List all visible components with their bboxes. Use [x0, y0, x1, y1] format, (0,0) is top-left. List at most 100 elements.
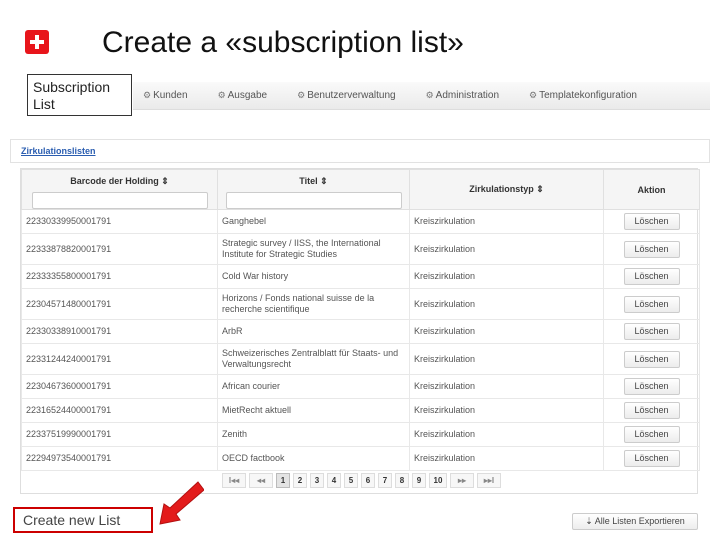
delete-button[interactable]: Löschen: [623, 240, 680, 258]
cell-titel: Horizons / Fonds national suisse de la r…: [217, 288, 410, 320]
page-button-2[interactable]: 2: [293, 473, 307, 488]
cell-titel: Strategic survey / IISS, the Internation…: [217, 233, 410, 265]
next-page-button[interactable]: ▸▸: [450, 473, 474, 488]
cell-titel: Schweizerisches Zentralblatt für Staats-…: [217, 343, 410, 375]
last-page-button[interactable]: ▸▸I: [477, 473, 501, 488]
cell-barcode: 22304571480001791: [21, 288, 218, 320]
cell-typ: Kreiszirkulation: [409, 233, 604, 265]
first-page-button[interactable]: I◂◂: [222, 473, 246, 488]
cell-typ: Kreiszirkulation: [409, 343, 604, 375]
delete-button[interactable]: Löschen: [623, 426, 680, 443]
page-button-1[interactable]: 1: [276, 473, 290, 488]
barcode-filter-input[interactable]: [31, 192, 208, 209]
page-button-7[interactable]: 7: [378, 473, 392, 488]
cell-typ: Kreiszirkulation: [409, 398, 604, 423]
gear-icon: ⚙: [297, 90, 306, 100]
nav-label: Kunden: [153, 90, 188, 101]
page-button-9[interactable]: 9: [412, 473, 426, 488]
cell-typ: Kreiszirkulation: [409, 209, 604, 234]
column-header-zirkulationstyp[interactable]: Zirkulationstyp ⇕: [409, 169, 604, 210]
cell-titel: MietRecht aktuell: [217, 398, 410, 423]
delete-button[interactable]: Löschen: [623, 450, 680, 467]
table-row: 22294973540001791 OECD factbook Kreiszir…: [21, 446, 700, 471]
cell-titel: Cold War history: [217, 264, 410, 289]
header-label: Titel: [299, 176, 318, 186]
prev-page-button[interactable]: ◂◂: [249, 473, 273, 488]
cell-typ: Kreiszirkulation: [409, 288, 604, 320]
nav-item-ausgabe[interactable]: ⚙ Ausgabe: [218, 90, 268, 101]
cell-typ: Kreiszirkulation: [409, 422, 604, 447]
page-button-3[interactable]: 3: [310, 473, 324, 488]
cell-barcode: 22330339950001791: [21, 209, 218, 234]
cell-barcode: 22331244240001791: [21, 343, 218, 375]
page-button-5[interactable]: 5: [344, 473, 358, 488]
cell-typ: Kreiszirkulation: [409, 264, 604, 289]
cell-barcode: 22333878820001791: [21, 233, 218, 265]
cell-aktion: Löschen: [603, 343, 700, 375]
gear-icon: ⚙: [425, 90, 434, 100]
cell-aktion: Löschen: [603, 209, 700, 234]
delete-button[interactable]: Löschen: [623, 268, 680, 285]
gear-icon: ⚙: [529, 90, 538, 100]
cell-titel: Ganghebel: [217, 209, 410, 234]
delete-button[interactable]: Löschen: [623, 295, 680, 313]
cell-aktion: Löschen: [603, 288, 700, 320]
nav-item-templatekonfiguration[interactable]: ⚙ Templatekonfiguration: [529, 90, 637, 101]
cell-barcode: 22294973540001791: [21, 446, 218, 471]
nav-label: Ausgabe: [227, 90, 268, 101]
sort-icon: ⇕: [161, 176, 169, 186]
column-header-titel[interactable]: Titel ⇕: [217, 169, 410, 210]
header-label: Barcode der Holding: [70, 176, 159, 186]
top-navigation: ⚙ Kunden ⚙ Ausgabe ⚙ Benutzerverwaltung ⚙ Ad…: [133, 82, 710, 110]
cell-aktion: Löschen: [603, 446, 700, 471]
table-row: 22333878820001791 Strategic survey / IIS…: [21, 233, 700, 265]
create-new-list-callout[interactable]: Create new List: [13, 507, 153, 533]
nav-item-benutzerverwaltung[interactable]: ⚙ Benutzerverwaltung: [297, 90, 395, 101]
table-row: 22333355800001791 Cold War history Kreis…: [21, 264, 700, 289]
nav-item-administration[interactable]: ⚙ Administration: [426, 90, 499, 101]
column-header-aktion: Aktion: [603, 169, 700, 210]
nav-item-kunden[interactable]: ⚙ Kunden: [143, 90, 188, 101]
cell-typ: Kreiszirkulation: [409, 374, 604, 399]
cell-titel: ArbR: [217, 319, 410, 344]
table-row: 22304571480001791 Horizons / Fonds natio…: [21, 288, 700, 320]
page-button-6[interactable]: 6: [361, 473, 375, 488]
titel-filter-input[interactable]: [225, 192, 402, 209]
sort-icon: ⇕: [536, 184, 544, 194]
delete-button[interactable]: Löschen: [623, 213, 680, 230]
page-button-8[interactable]: 8: [395, 473, 409, 488]
nav-label: Administration: [435, 90, 500, 101]
export-all-lists-button[interactable]: ⇣ Alle Listen Exportieren: [572, 513, 698, 530]
breadcrumb: Zirkulationslisten: [10, 139, 710, 163]
cell-barcode: 22333355800001791: [21, 264, 218, 289]
delete-button[interactable]: Löschen: [623, 378, 680, 395]
table-row: 22331244240001791 Schweizerisches Zentra…: [21, 343, 700, 375]
pagination: I◂◂ ◂◂ 1 2 3 4 5 6 7 8 9 10 ▸▸ ▸▸I: [222, 473, 501, 488]
table-row: 22330339950001791 Ganghebel Kreiszirkula…: [21, 209, 700, 234]
nav-label: Templatekonfiguration: [539, 90, 637, 101]
cell-titel: OECD factbook: [217, 446, 410, 471]
sort-icon: ⇕: [320, 176, 328, 186]
cell-aktion: Löschen: [603, 233, 700, 265]
page-button-4[interactable]: 4: [327, 473, 341, 488]
circulation-list-table: Barcode der Holding ⇕ Titel ⇕ Zirkulatio…: [20, 168, 700, 494]
breadcrumb-link-zirkulationslisten[interactable]: Zirkulationslisten: [21, 146, 96, 156]
cell-typ: Kreiszirkulation: [409, 446, 604, 471]
cell-barcode: 22304673600001791: [21, 374, 218, 399]
table-row: 22304673600001791 African courier Kreisz…: [21, 374, 700, 399]
subscription-list-callout: Subscription List: [27, 74, 132, 116]
delete-button[interactable]: Löschen: [623, 323, 680, 340]
column-header-barcode[interactable]: Barcode der Holding ⇕: [21, 169, 218, 210]
table-row: 22316524400001791 MietRecht aktuell Krei…: [21, 398, 700, 423]
cell-titel: Zenith: [217, 422, 410, 447]
cell-aktion: Löschen: [603, 422, 700, 447]
delete-button[interactable]: Löschen: [623, 402, 680, 419]
cell-aktion: Löschen: [603, 264, 700, 289]
slide-title: Create a «subscription list»: [102, 26, 464, 59]
delete-button[interactable]: Löschen: [623, 350, 680, 368]
red-arrow-icon: [159, 481, 204, 525]
page-button-10[interactable]: 10: [429, 473, 447, 488]
cell-barcode: 22316524400001791: [21, 398, 218, 423]
cell-typ: Kreiszirkulation: [409, 319, 604, 344]
cell-aktion: Löschen: [603, 374, 700, 399]
